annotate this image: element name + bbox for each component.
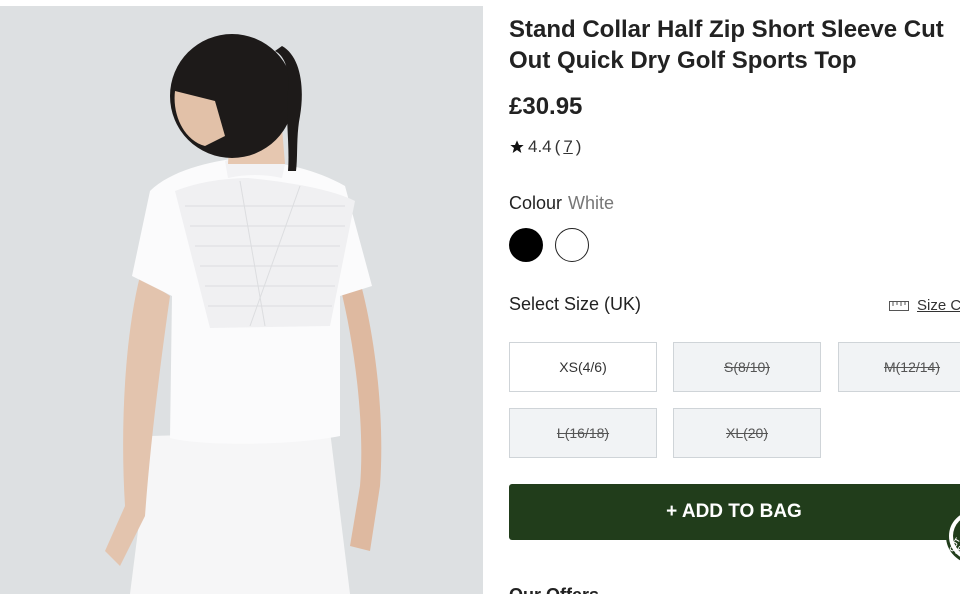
star-icon <box>510 140 524 153</box>
ruler-icon <box>889 300 909 311</box>
swatch-black[interactable] <box>509 228 543 262</box>
product-image[interactable] <box>0 6 483 594</box>
offers-heading: Our Offers <box>509 586 599 594</box>
size-option-xl[interactable]: XL(20) <box>673 408 821 458</box>
rating-value: 4.4 <box>528 137 552 156</box>
product-photo <box>0 6 483 594</box>
size-option-l[interactable]: L(16/18) <box>509 408 657 458</box>
add-to-bag-button[interactable]: + ADD TO BAG <box>509 484 960 540</box>
size-chart-label: Size Chart <box>917 297 960 314</box>
colour-selected: White <box>568 193 615 213</box>
size-option-s[interactable]: S(8/10) <box>673 342 821 392</box>
review-count-link[interactable]: 7 <box>563 137 572 157</box>
swatch-white[interactable] <box>555 228 589 262</box>
product-title: Stand Collar Half Zip Short Sleeve Cut O… <box>509 16 944 74</box>
colour-row: Colour White <box>509 193 614 214</box>
size-option-xs[interactable]: XS(4/6) <box>509 342 657 392</box>
colour-label: Colour <box>509 193 563 213</box>
review-close-paren: ) <box>575 137 582 156</box>
size-chart-link[interactable]: Size Chart <box>889 297 960 314</box>
size-row: Select Size (UK) Size Chart <box>509 294 960 315</box>
size-label: Select Size (UK) <box>509 294 642 314</box>
rating: 4.4 ( 7 ) <box>509 137 581 157</box>
review-open-paren: ( <box>554 137 561 156</box>
product-info: Stand Collar Half Zip Short Sleeve Cut O… <box>509 0 960 594</box>
size-option-m[interactable]: M(12/14) <box>838 342 960 392</box>
product-price: £30.95 <box>509 93 583 120</box>
